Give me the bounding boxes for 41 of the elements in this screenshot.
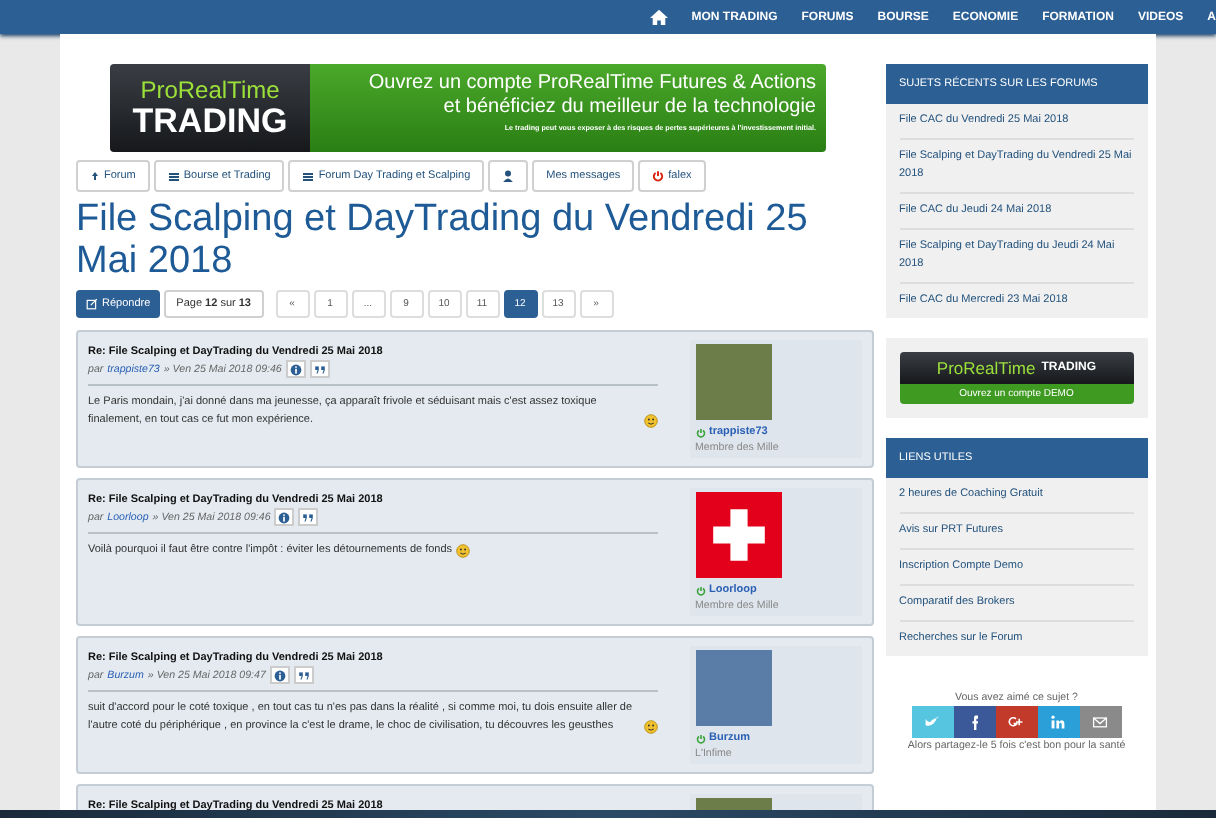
info-button[interactable] <box>269 666 290 684</box>
linkedin-icon <box>1050 714 1067 730</box>
quote-button[interactable] <box>293 666 314 684</box>
bird-icon <box>924 714 941 730</box>
share-button[interactable] <box>1079 706 1122 738</box>
info-icon <box>289 363 302 375</box>
quote-button[interactable] <box>298 508 319 526</box>
online-icon <box>695 733 705 743</box>
facebook-icon <box>966 714 983 730</box>
photo-placeholder <box>695 650 771 726</box>
topic-title: File Scalping et DayTrading du Vendredi 25 Mai 2018 <box>76 198 810 282</box>
flag-icon <box>695 492 781 578</box>
online-icon <box>695 427 705 437</box>
photo-placeholder <box>695 344 771 420</box>
quote-icon <box>297 669 310 681</box>
banner-brand-text: TRADING <box>132 104 288 138</box>
info-icon <box>273 669 286 681</box>
info-icon <box>278 511 291 523</box>
home-icon <box>649 8 668 26</box>
share-button[interactable] <box>995 706 1038 738</box>
online-icon <box>695 585 705 595</box>
share-button[interactable] <box>1037 706 1080 738</box>
up-arrow-icon <box>90 170 100 182</box>
edit-icon <box>86 298 98 310</box>
list-icon <box>167 171 180 181</box>
quote-icon <box>313 363 326 375</box>
mail-icon <box>1092 714 1109 730</box>
breadcrumb-button[interactable] <box>488 160 529 192</box>
info-button[interactable] <box>285 360 306 378</box>
info-button[interactable] <box>274 508 295 526</box>
user-icon <box>502 170 515 182</box>
power-icon <box>652 170 665 182</box>
list-icon <box>302 171 315 181</box>
google-plus-icon <box>1008 714 1025 730</box>
banner-headline: et bénéficiez du meilleur de la technologie <box>443 96 816 120</box>
banner-brand-text: ProRealTime <box>140 78 280 104</box>
quote-button[interactable] <box>309 360 330 378</box>
banner-headline: Ouvrez un compte ProRealTime Futures & Actions <box>368 72 816 96</box>
advertising-banner[interactable] <box>110 64 826 152</box>
quote-icon <box>302 511 315 523</box>
share-button[interactable] <box>953 706 996 738</box>
